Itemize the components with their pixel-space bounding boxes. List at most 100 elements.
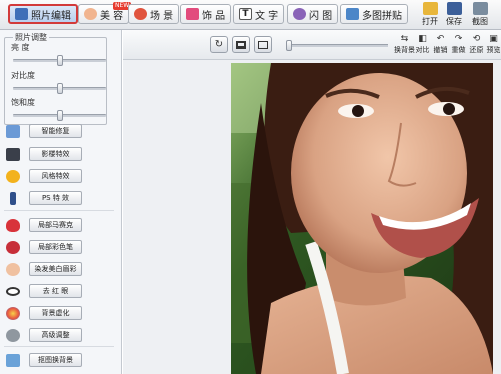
style-effect-button[interactable]: 风格特效 — [29, 169, 82, 183]
tab-collage-label: 多图拼贴 — [362, 10, 402, 22]
tab-accessory-label: 饰 品 — [202, 10, 226, 22]
local-mosaic-button[interactable]: 局部马赛克 — [29, 218, 82, 232]
studio-effect-button[interactable]: 影楼特效 — [29, 147, 82, 161]
fit-screen-button[interactable] — [232, 36, 250, 53]
compare-icon: ◧ — [418, 34, 427, 44]
photo-edit-icon — [15, 8, 28, 20]
restore-label: 还原 — [469, 46, 484, 54]
brightness-knob[interactable] — [56, 55, 63, 66]
cutout-bg-button[interactable]: 抠图换背景 — [29, 353, 82, 367]
tab-photo-edit[interactable]: 照片编辑 — [8, 4, 78, 24]
color-pen-icon — [6, 240, 20, 254]
brightness-label: 亮 度 — [11, 43, 30, 52]
face-icon — [84, 8, 97, 20]
tools-panel: 照片调整 亮 度 对比度 饱和度 智能修复 影楼特效 风格特效 PS 特 效 局… — [0, 30, 122, 374]
bg-blur-button[interactable]: 背景虚化 — [29, 306, 82, 320]
magic-wand-icon — [6, 124, 20, 138]
redo-icon: ↷ — [454, 34, 463, 44]
gear-adjust-icon — [6, 328, 20, 342]
compare-label: 对比 — [415, 46, 430, 54]
canvas-area: ↻ ⇆ 换背景 ◧ 对比 ↶ 撤销 ↷ 重做 ⟲ 还原 ▣ 预览 — [123, 30, 501, 374]
eye-icon — [6, 286, 20, 296]
canvas-toolbar: ↻ ⇆ 换背景 ◧ 对比 ↶ 撤销 ↷ 重做 ⟲ 还原 ▣ 预览 — [123, 30, 501, 60]
portrait-photo — [231, 63, 493, 374]
contrast-slider[interactable] — [13, 83, 106, 94]
red-eye-button[interactable]: 去 红 眼 — [29, 284, 82, 298]
camera-icon — [6, 147, 20, 161]
contrast-knob[interactable] — [56, 83, 63, 94]
feature-red-eye[interactable]: 去 红 眼 — [6, 282, 84, 300]
actual-size-button[interactable] — [254, 36, 272, 53]
actual-size-icon — [258, 40, 268, 49]
panel-divider — [4, 210, 114, 211]
text-t-icon: T — [239, 8, 252, 20]
undo-label: 撤销 — [433, 46, 448, 54]
screenshot-icon — [472, 2, 488, 15]
feature-advanced-adjust[interactable]: 高级调整 — [6, 326, 84, 344]
restore-button[interactable]: ⟲ 还原 — [468, 34, 485, 58]
tab-collage[interactable]: 多图拼贴 — [340, 4, 408, 24]
save-disk-icon — [446, 2, 462, 15]
undo-button[interactable]: ↶ 撤销 — [432, 34, 449, 58]
preview-icon: ▣ — [489, 34, 498, 44]
rotate-button[interactable]: ↻ — [210, 36, 228, 53]
photo-canvas[interactable] — [231, 63, 493, 374]
advanced-adjust-button[interactable]: 高级调整 — [29, 328, 82, 342]
redo-button[interactable]: ↷ 重做 — [450, 34, 467, 58]
main-toolbar: 照片编辑 美 容 NEW 场 景 饰 品 T 文 字 闪 图 多图拼贴 打开 保… — [0, 0, 501, 30]
zoom-slider[interactable] — [286, 40, 388, 51]
tab-scene-label: 场 景 — [150, 10, 174, 22]
hair-whiten-button[interactable]: 染发美白眉彩 — [29, 262, 82, 276]
feature-local-color-pen[interactable]: 局部彩色笔 — [6, 238, 84, 256]
monitor-icon — [236, 40, 246, 49]
preview-button[interactable]: ▣ 预览 — [485, 34, 501, 58]
smart-repair-button[interactable]: 智能修复 — [29, 124, 82, 138]
redo-label: 重做 — [451, 46, 466, 54]
screenshot-button[interactable]: 截图 — [468, 2, 492, 29]
tab-accessory[interactable]: 饰 品 — [180, 4, 232, 24]
feature-smart-repair[interactable]: 智能修复 — [6, 122, 84, 140]
saturation-slider[interactable] — [13, 110, 106, 121]
compare-button[interactable]: ◧ 对比 — [414, 34, 431, 58]
contrast-label: 对比度 — [11, 71, 35, 80]
brightness-slider[interactable] — [13, 55, 106, 66]
scene-icon — [134, 8, 147, 20]
feature-cutout-bg[interactable]: 抠图换背景 — [6, 351, 84, 369]
feature-bg-blur[interactable]: 背景虚化 — [6, 304, 84, 322]
undo-icon: ↶ — [436, 34, 445, 44]
feature-studio-effect[interactable]: 影楼特效 — [6, 145, 84, 163]
feature-local-mosaic[interactable]: 局部马赛克 — [6, 216, 84, 234]
swap-bg-label: 换背景 — [394, 46, 415, 54]
open-label: 打开 — [422, 17, 438, 26]
tab-photo-edit-label: 照片编辑 — [31, 10, 71, 22]
screenshot-label: 截图 — [472, 17, 488, 26]
tab-text-label: 文 字 — [255, 10, 279, 22]
sun-style-icon — [6, 169, 20, 183]
ps-effect-button[interactable]: PS 特 效 — [29, 191, 82, 205]
feature-ps-effect[interactable]: PS 特 效 — [6, 189, 84, 207]
tab-text[interactable]: T 文 字 — [233, 4, 285, 24]
cutout-icon — [6, 353, 20, 367]
restore-icon: ⟲ — [472, 34, 481, 44]
save-button[interactable]: 保存 — [442, 2, 466, 29]
heart-mosaic-icon — [6, 218, 20, 232]
ps-brush-icon — [10, 191, 16, 205]
preview-label: 预览 — [486, 46, 501, 54]
tab-scene[interactable]: 场 景 — [128, 4, 180, 24]
tab-flash[interactable]: 闪 图 — [287, 4, 339, 24]
swap-bg-button[interactable]: ⇆ 换背景 — [394, 34, 415, 58]
zoom-knob[interactable] — [286, 40, 292, 51]
flash-icon — [293, 8, 306, 20]
tab-beauty[interactable]: 美 容 NEW — [78, 2, 132, 24]
saturation-knob[interactable] — [56, 110, 63, 121]
feature-hair-whiten[interactable]: 染发美白眉彩 — [6, 260, 84, 278]
feature-style-effect[interactable]: 风格特效 — [6, 167, 84, 185]
panel-divider-2 — [4, 346, 114, 347]
collage-icon — [346, 8, 359, 20]
saturation-label: 饱和度 — [11, 98, 35, 107]
face-makeup-icon — [6, 262, 20, 276]
local-color-pen-button[interactable]: 局部彩色笔 — [29, 240, 82, 254]
rotate-icon: ↻ — [214, 38, 224, 50]
open-button[interactable]: 打开 — [418, 2, 442, 29]
blur-circle-icon — [6, 306, 20, 320]
